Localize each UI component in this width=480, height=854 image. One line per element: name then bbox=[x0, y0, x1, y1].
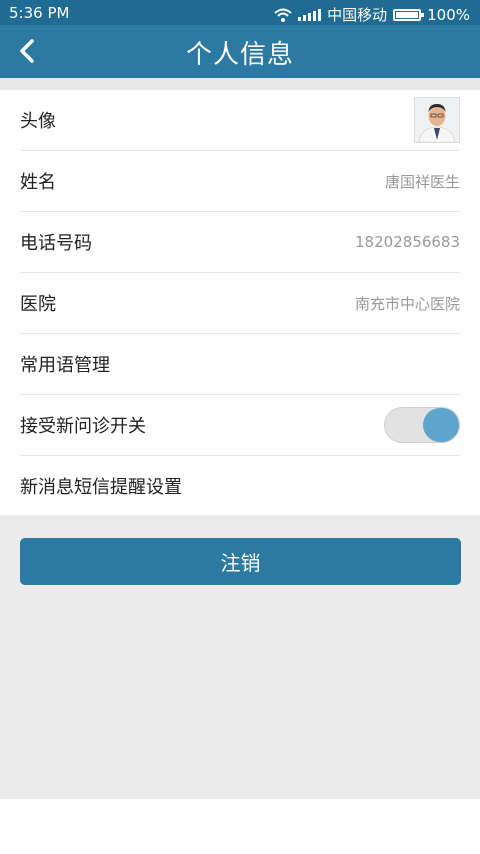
nav-bar: 个人信息 bbox=[0, 25, 480, 78]
logout-button[interactable]: 注销 bbox=[20, 538, 461, 585]
row-label: 电话号码 bbox=[20, 233, 92, 254]
row-sms-settings[interactable]: 新消息短信提醒设置 bbox=[20, 456, 460, 516]
wifi-icon bbox=[274, 8, 292, 22]
row-phrases[interactable]: 常用语管理 bbox=[20, 334, 460, 395]
row-avatar[interactable]: 头像 bbox=[20, 90, 460, 151]
row-consult-toggle: 接受新问诊开关 bbox=[20, 395, 460, 456]
row-value: 唐国祥医生 bbox=[384, 172, 460, 191]
row-phone[interactable]: 电话号码 18202856683 bbox=[20, 212, 460, 273]
avatar bbox=[414, 97, 460, 143]
row-value: 南充市中心医院 bbox=[354, 294, 460, 313]
battery-icon bbox=[393, 8, 425, 21]
status-bar: 5:36 PM 中国移动 100% bbox=[0, 0, 480, 25]
row-label: 头像 bbox=[20, 111, 56, 132]
row-value: 18202856683 bbox=[355, 233, 460, 251]
profile-list: 头像 姓名 唐国祥医生 电话号码 18202856683 医院 南充市中心医院 … bbox=[0, 90, 480, 516]
status-right: 中国移动 100% bbox=[274, 4, 470, 25]
carrier-name: 中国移动 bbox=[327, 6, 388, 24]
signal-icon bbox=[298, 8, 322, 21]
battery-percent: 100% bbox=[427, 5, 470, 24]
row-label: 接受新问诊开关 bbox=[20, 416, 146, 437]
toggle-knob bbox=[423, 408, 459, 442]
row-label: 常用语管理 bbox=[20, 355, 110, 376]
row-hospital[interactable]: 医院 南充市中心医院 bbox=[20, 273, 460, 334]
status-time: 5:36 PM bbox=[9, 4, 70, 22]
row-name[interactable]: 姓名 唐国祥医生 bbox=[20, 151, 460, 212]
page-title: 个人信息 bbox=[185, 40, 294, 70]
header-divider bbox=[0, 78, 480, 90]
row-label: 新消息短信提醒设置 bbox=[20, 477, 182, 498]
row-label: 姓名 bbox=[20, 172, 56, 193]
row-label: 医院 bbox=[20, 294, 56, 315]
consult-toggle-switch[interactable] bbox=[384, 407, 460, 443]
